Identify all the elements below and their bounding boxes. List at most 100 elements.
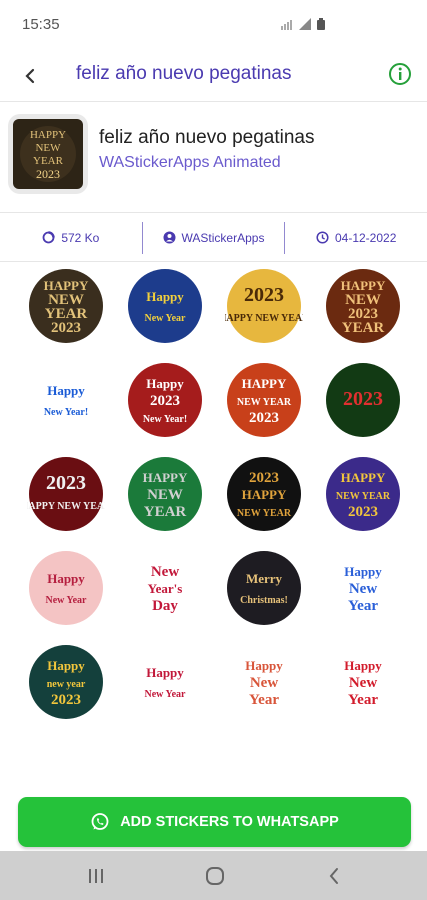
signal-icon <box>299 18 311 30</box>
sticker-text: 2023 <box>51 692 81 708</box>
sticker-item[interactable]: HAPPY NEW YEAR 2023 <box>16 268 115 344</box>
pack-size: 572 Ko <box>0 214 142 262</box>
sticker-item[interactable]: HAPPY NEW YEAR <box>115 456 214 532</box>
sticker-item[interactable]: Happy New Year! <box>16 362 115 438</box>
sticker-item[interactable]: Happy New Year <box>313 644 412 720</box>
sticker-text: HAPPY <box>241 376 286 391</box>
chevron-left-icon <box>329 868 338 884</box>
sticker-image: NewYear's Day <box>147 564 182 614</box>
battery-icon <box>317 18 325 30</box>
info-button[interactable] <box>387 61 413 87</box>
sticker-item[interactable]: HAPPY NEW 2023 YEAR <box>313 268 412 344</box>
sticker-image: 2023HAPPY NEW YEAR <box>226 457 301 531</box>
thumb-line: HAPPY <box>30 129 66 141</box>
sticker-text: Happy <box>344 658 382 673</box>
sticker-text: Happy <box>245 658 283 673</box>
sticker-text: Happy <box>47 383 85 398</box>
sticker-item[interactable]: 2023 HAPPY NEW YEAR <box>214 456 313 532</box>
divider <box>141 221 143 254</box>
sticker-text: YEAR <box>143 504 186 520</box>
sticker-image: Happy NewYear <box>344 658 382 708</box>
sticker-image: Happy NewYear <box>344 564 382 614</box>
sticker-text: 2023 <box>249 470 279 486</box>
sticker-text: 2023 <box>46 472 86 494</box>
system-nav-bar <box>0 851 427 900</box>
whatsapp-icon <box>91 813 109 830</box>
sticker-item[interactable]: Happy New Year <box>214 644 313 720</box>
sticker-text: HAPPY <box>241 487 286 502</box>
sticker-text: Year's <box>147 581 182 596</box>
sticker-image: Happy New Year <box>144 665 186 700</box>
sticker-image: Happy New Year! <box>43 383 87 418</box>
thumb-line: YEAR <box>33 155 64 167</box>
home-button[interactable] <box>203 864 227 888</box>
recents-button[interactable] <box>84 864 108 888</box>
sticker-text: HAPPY NEW YEAR <box>27 501 105 512</box>
sticker-item[interactable]: HAPPY NEW YEAR 2023 <box>214 362 313 438</box>
sticker-text: New Year! <box>43 407 87 418</box>
app-bar: feliz año nuevo pegatinas <box>0 50 427 102</box>
sticker-item[interactable]: Merry Christmas! <box>214 550 313 626</box>
recents-icon <box>89 869 103 883</box>
sticker-image: Happy 2023 New Year! <box>127 363 202 437</box>
sticker-text: New <box>150 564 178 580</box>
add-to-whatsapp-button[interactable]: ADD STICKERS TO WHATSAPP <box>18 797 411 847</box>
sticker-item[interactable]: Happy 2023 New Year! <box>115 362 214 438</box>
sticker-text: New <box>348 675 376 691</box>
sticker-text: Happy <box>146 665 184 680</box>
back-button[interactable] <box>16 62 44 90</box>
sticker-text: HAPPY NEW YEAR <box>225 313 303 324</box>
sticker-text: Merry <box>245 571 282 586</box>
sticker-text: New Year <box>144 689 186 700</box>
sticker-item[interactable]: 2023 HAPPY NEW YEAR <box>214 268 313 344</box>
sticker-image: Happy NewYear <box>245 658 283 708</box>
sticker-text: Happy <box>146 376 184 391</box>
pack-date-text: 04-12-2022 <box>334 230 397 245</box>
sticker-background <box>28 551 103 625</box>
sticker-item[interactable]: Happy New Year <box>115 644 214 720</box>
back-nav-button[interactable] <box>322 864 346 888</box>
sticker-text: Year <box>348 598 378 614</box>
pack-author[interactable]: WAStickerApps Animated <box>99 154 281 172</box>
pack-thumbnail-image: HAPPY NEW YEAR 2023 <box>13 119 83 189</box>
pack-size-text: 572 Ko <box>61 230 100 245</box>
sticker-text: NEW YEAR <box>236 397 291 408</box>
sticker-text: New Year <box>144 313 186 324</box>
sticker-background <box>226 269 301 343</box>
status-bar: 15:35 <box>0 0 427 50</box>
sticker-item[interactable]: 2023 HAPPY NEW YEAR <box>16 456 115 532</box>
sticker-text: Happy <box>344 564 382 579</box>
storage-icon <box>42 231 56 244</box>
info-circle-icon <box>389 63 411 85</box>
sticker-text: NEW <box>147 487 183 503</box>
sticker-background <box>226 551 301 625</box>
sticker-text: Day <box>152 598 178 614</box>
arrow-left-icon <box>25 68 35 84</box>
sticker-text: HAPPY <box>340 278 385 293</box>
pack-header: HAPPY NEW YEAR 2023 feliz año nuevo pega… <box>0 103 427 213</box>
sticker-item[interactable]: Happy new year 2023 <box>16 644 115 720</box>
sticker-background <box>28 457 103 531</box>
sticker-text: Year <box>249 692 279 708</box>
page-title: feliz año nuevo pegatinas <box>76 63 292 84</box>
sticker-text: HAPPY <box>340 470 385 485</box>
add-button-label: ADD STICKERS TO WHATSAPP <box>120 814 339 830</box>
sticker-item[interactable]: Happy New Year <box>313 550 412 626</box>
sticker-text: HAPPY <box>142 470 187 485</box>
pack-info-row: 572 Ko WAStickerApps 04-12-2022 <box>0 214 427 262</box>
sticker-item[interactable]: New Year's Day <box>115 550 214 626</box>
thumb-line: 2023 <box>36 167 60 181</box>
sticker-text: New <box>348 581 376 597</box>
sticker-background <box>127 269 202 343</box>
thumb-line: NEW <box>35 142 61 154</box>
sticker-text: NEW YEAR <box>335 491 390 502</box>
sticker-item[interactable]: Happy New Year <box>16 550 115 626</box>
pack-title: feliz año nuevo pegatinas <box>99 127 315 148</box>
sticker-text: NEW YEAR <box>236 508 291 519</box>
sticker-item[interactable]: 2023 <box>313 362 412 438</box>
pack-publisher-text: WAStickerApps <box>181 230 265 245</box>
sticker-item[interactable]: Happy New Year <box>115 268 214 344</box>
sticker-item[interactable]: HAPPY NEW YEAR 2023 <box>313 456 412 532</box>
sticker-text: 2023 <box>244 284 284 306</box>
home-icon <box>206 867 224 885</box>
